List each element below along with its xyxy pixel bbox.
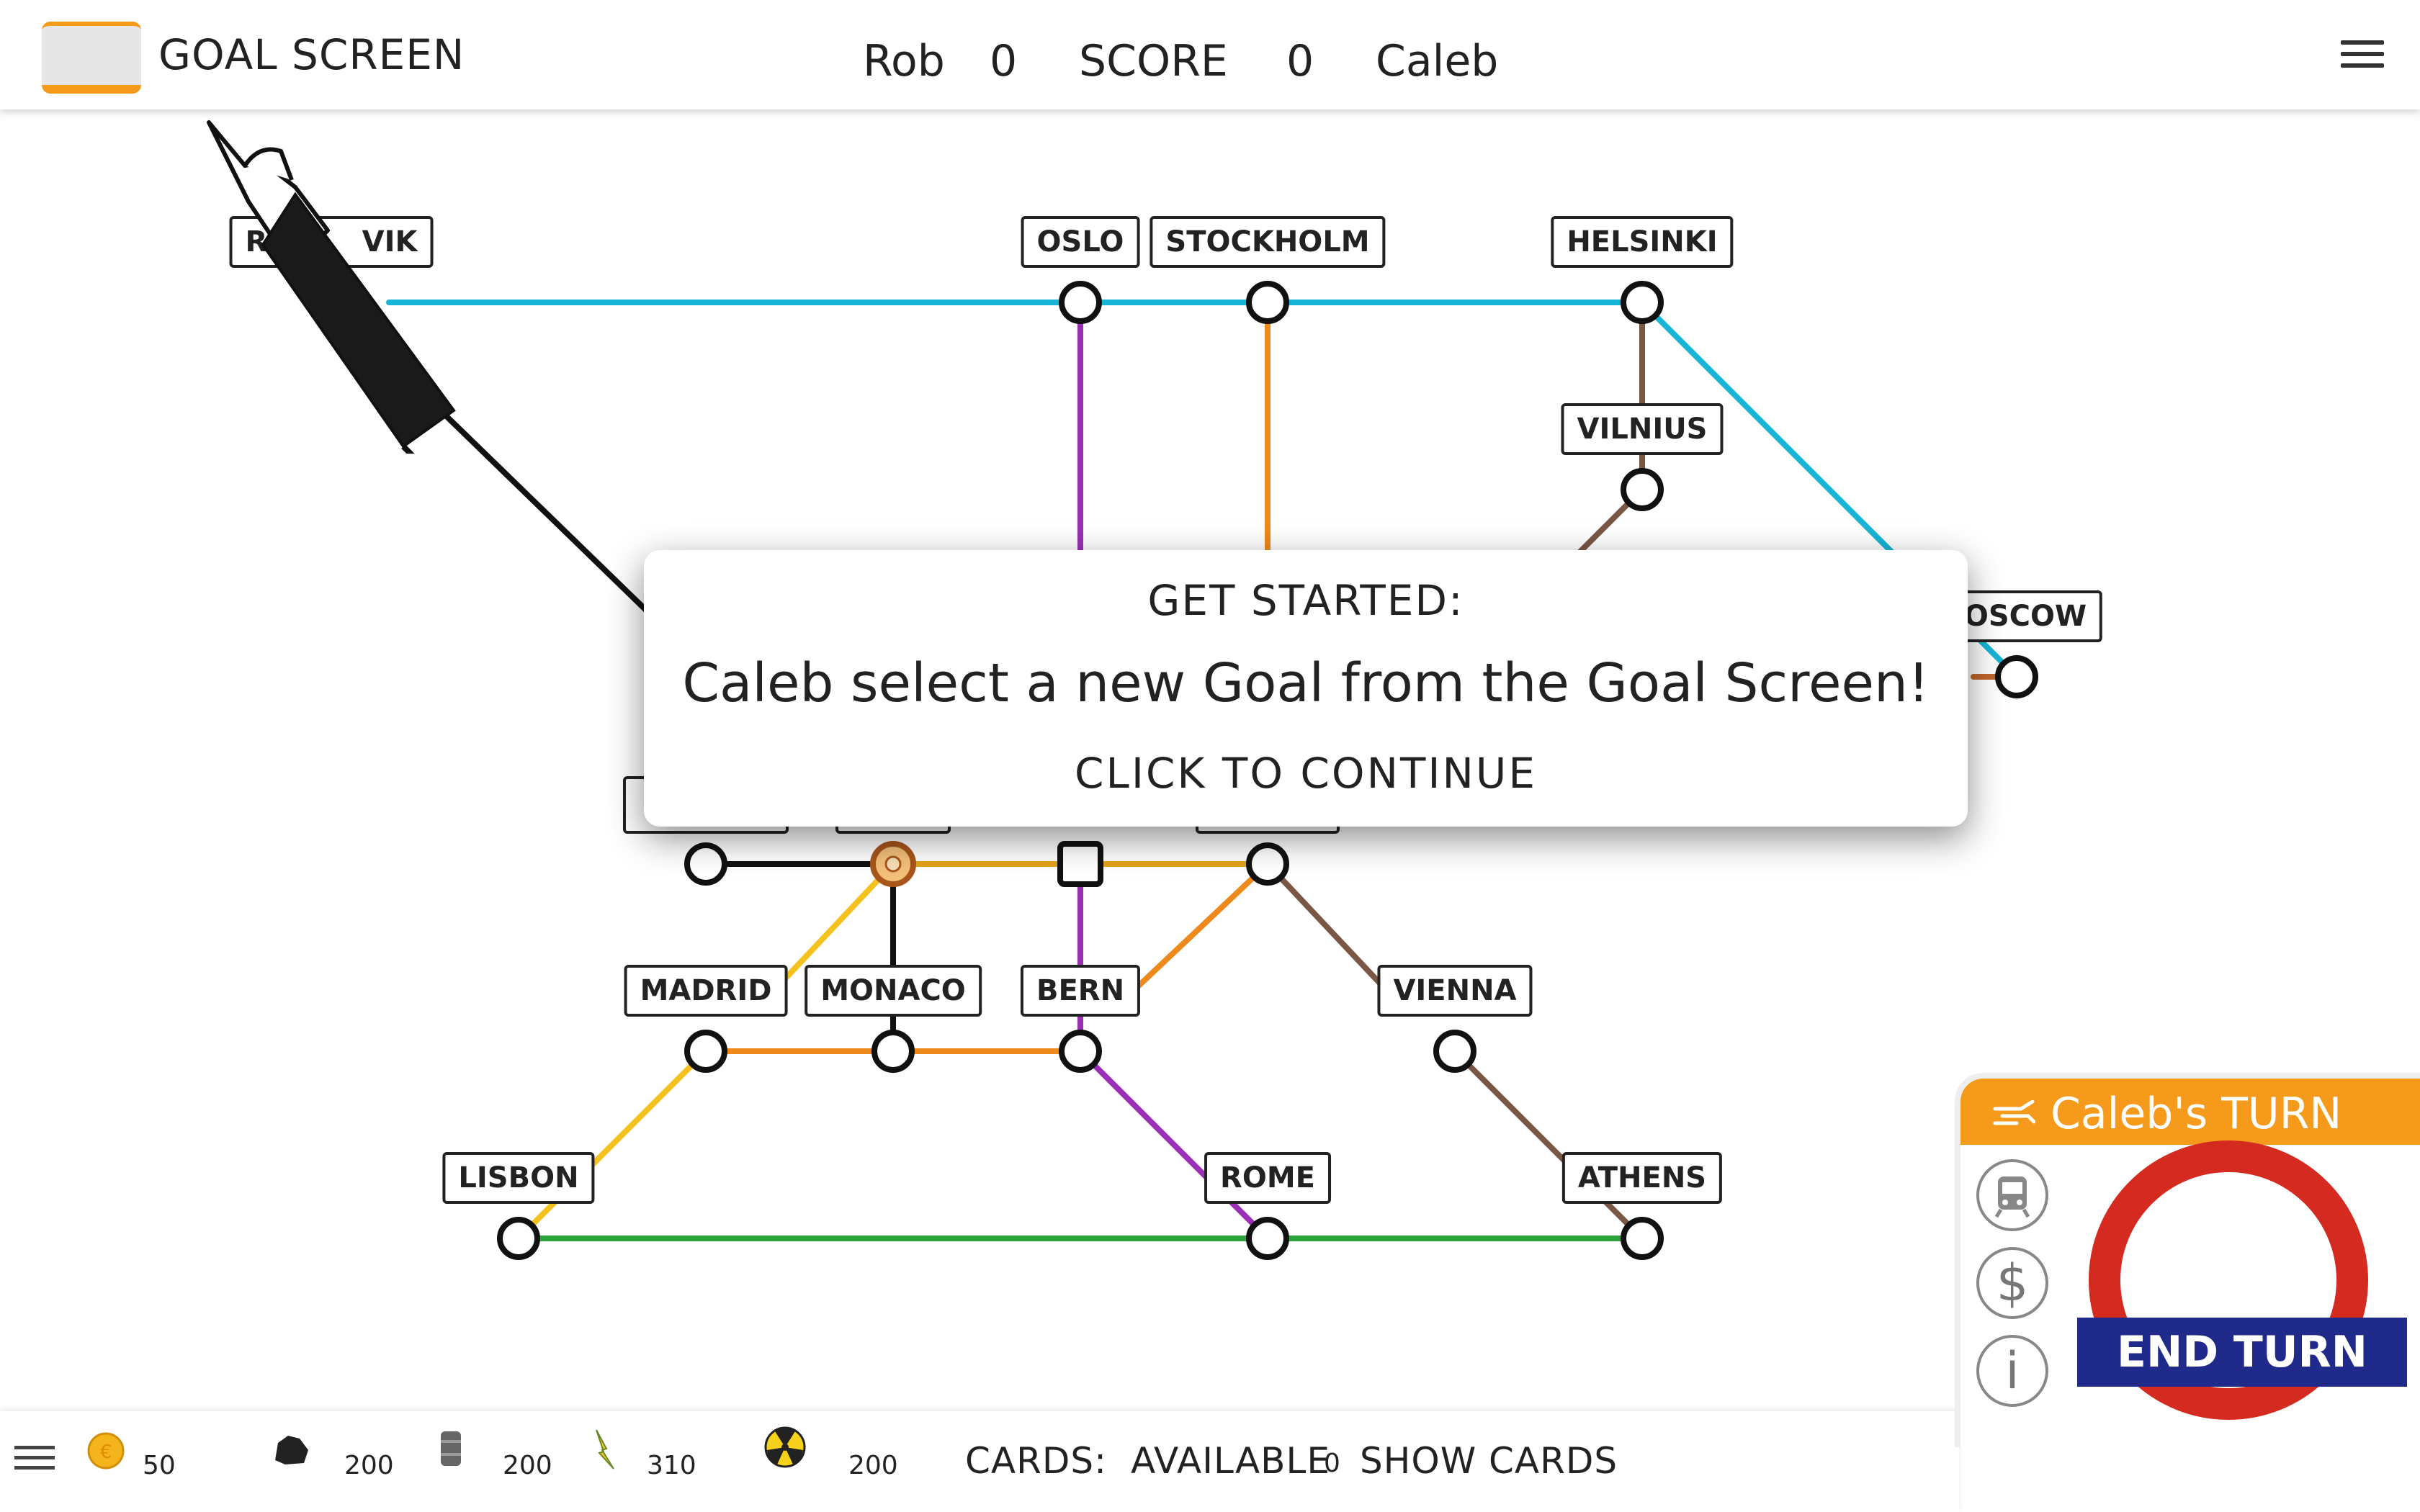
label-stockholm[interactable]: STOCKHOLM bbox=[1150, 216, 1386, 268]
station-stockholm bbox=[1246, 281, 1289, 324]
station-athens bbox=[1621, 1217, 1664, 1260]
end-turn-button[interactable]: END TURN bbox=[2077, 1318, 2407, 1387]
show-cards-button[interactable]: SHOW CARDS bbox=[1360, 1440, 1618, 1482]
cards-label: CARDS: bbox=[965, 1440, 1107, 1482]
station-rome bbox=[1246, 1217, 1289, 1260]
player2-score: 0 bbox=[1286, 36, 1314, 86]
get-started-dialog[interactable]: GET STARTED: Caleb select a new Goal fro… bbox=[644, 550, 1968, 827]
station-vilnius bbox=[1621, 468, 1664, 511]
coal-value: 200 bbox=[344, 1451, 394, 1480]
click-to-continue[interactable]: CLICK TO CONTINUE bbox=[644, 749, 1968, 798]
station-helsinki bbox=[1621, 281, 1664, 324]
coins-value: 50 bbox=[143, 1451, 176, 1480]
train-icon[interactable] bbox=[1976, 1159, 2048, 1231]
lightning-icon bbox=[596, 1429, 614, 1470]
oil-value: 200 bbox=[503, 1451, 552, 1480]
station-east bbox=[1246, 842, 1289, 886]
label-vienna[interactable]: VIENNA bbox=[1377, 965, 1533, 1017]
station-oslo bbox=[1059, 281, 1102, 324]
label-bern[interactable]: BERN bbox=[1020, 965, 1141, 1017]
station-paris-inner bbox=[884, 855, 902, 873]
label-moscow[interactable]: OSCOW bbox=[1959, 590, 2103, 642]
label-madrid[interactable]: MADRID bbox=[624, 965, 788, 1017]
resource-bar: € 50 200 200 310 200 CARDS: AVAILABLE 0 … bbox=[0, 1411, 1959, 1512]
coin-icon: € bbox=[87, 1432, 125, 1470]
label-lisbon[interactable]: LISBON bbox=[442, 1152, 595, 1204]
wind-icon bbox=[1993, 1100, 2035, 1125]
label-oslo[interactable]: OSLO bbox=[1021, 216, 1140, 268]
dialog-message: Caleb select a new Goal from the Goal Sc… bbox=[682, 652, 1930, 714]
label-rome[interactable]: ROME bbox=[1204, 1152, 1331, 1204]
dollar-icon[interactable]: $ bbox=[1976, 1247, 2048, 1319]
coal-icon bbox=[275, 1436, 308, 1464]
electric-value: 310 bbox=[647, 1451, 696, 1480]
label-helsinki[interactable]: HELSINKI bbox=[1551, 216, 1734, 268]
score-label: SCORE bbox=[1079, 36, 1228, 86]
label-vilnius[interactable]: VILNIUS bbox=[1561, 403, 1724, 455]
player1-name: Rob bbox=[863, 36, 945, 86]
brown-line-vienna bbox=[1265, 861, 1386, 989]
pointing-hand-icon bbox=[207, 120, 456, 454]
hamburger-menu-icon[interactable] bbox=[2341, 40, 2384, 69]
station-vienna bbox=[1433, 1030, 1476, 1073]
player1-score: 0 bbox=[990, 36, 1018, 86]
oil-barrel-icon bbox=[441, 1431, 461, 1466]
top-bar: GOAL SCREEN Rob 0 SCORE 0 Caleb bbox=[0, 0, 2420, 109]
station-lisbon bbox=[497, 1217, 540, 1260]
available-count: 0 bbox=[1324, 1449, 1340, 1478]
turn-panel: Caleb's TURN $ i END TURN bbox=[1955, 1073, 2420, 1512]
available-label: AVAILABLE bbox=[1131, 1440, 1330, 1482]
yellow-line-lisbon-2 bbox=[595, 1048, 709, 1162]
menu-icon[interactable] bbox=[14, 1446, 55, 1470]
label-athens[interactable]: ATHENS bbox=[1561, 1152, 1723, 1204]
player2-name: Caleb bbox=[1376, 36, 1499, 86]
station-interchange bbox=[1057, 841, 1103, 887]
station-monaco bbox=[871, 1030, 915, 1073]
station-madrid bbox=[684, 1030, 727, 1073]
dialog-heading: GET STARTED: bbox=[1147, 576, 1464, 625]
station-west bbox=[684, 842, 727, 886]
orange-line-bern bbox=[1135, 861, 1270, 989]
nuclear-value: 200 bbox=[848, 1451, 898, 1480]
svg-text:€: € bbox=[100, 1441, 112, 1463]
info-icon[interactable]: i bbox=[1976, 1335, 2048, 1407]
brown-line-athens bbox=[1452, 1048, 1645, 1241]
station-moscow bbox=[1995, 655, 2038, 698]
side-icon-bar: $ i bbox=[1955, 1145, 2063, 1447]
nuclear-icon bbox=[764, 1426, 806, 1468]
goal-screen-title[interactable]: GOAL SCREEN bbox=[158, 30, 465, 79]
station-bern bbox=[1059, 1030, 1102, 1073]
label-monaco[interactable]: MONACO bbox=[805, 965, 982, 1017]
goal-screen-button[interactable] bbox=[42, 22, 141, 94]
